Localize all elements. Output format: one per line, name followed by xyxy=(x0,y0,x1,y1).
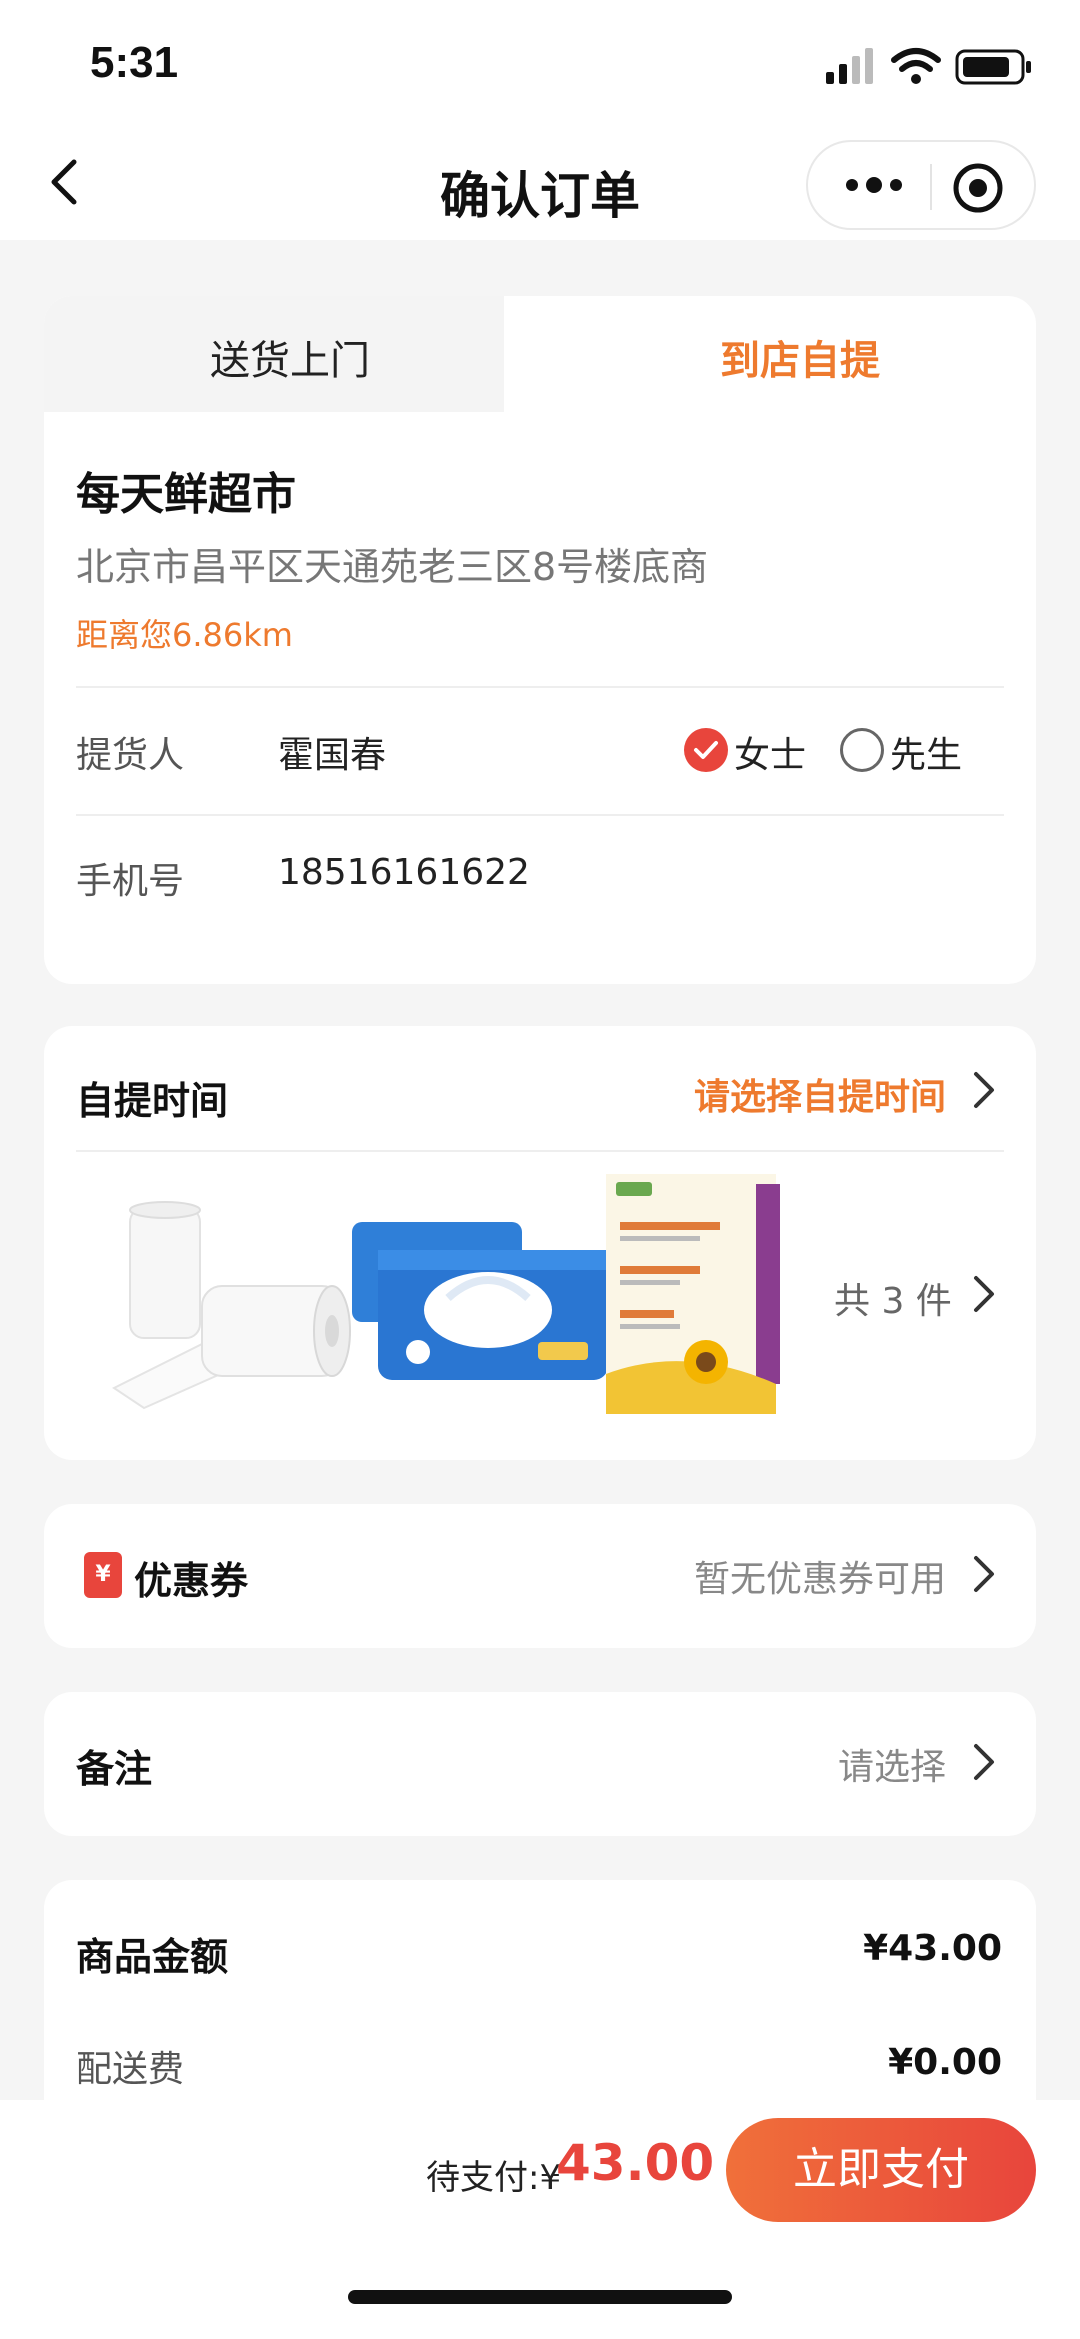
more-icon[interactable] xyxy=(844,170,904,200)
gender-male-label: 先生 xyxy=(890,735,963,776)
coupon-icon-symbol: ¥ xyxy=(95,1562,111,1587)
store-card: 送货上门 到店自提 每天鲜超市 北京市昌平区天通苑老三区8号楼底商 距离您6.8… xyxy=(44,296,1036,984)
tab-pickup[interactable]: 到店自提 xyxy=(44,296,1036,412)
coupon-value: 暂无优惠券可用 xyxy=(693,1559,946,1600)
home-indicator-bar[interactable] xyxy=(348,2290,732,2304)
store-name: 每天鲜超市 xyxy=(76,469,296,520)
goods-amount-label: 商品金额 xyxy=(76,1935,229,1979)
pickup-person-value[interactable]: 霍国春 xyxy=(278,726,386,778)
chevron-right-icon xyxy=(974,1072,994,1108)
product-paper-towel-image xyxy=(112,1201,351,1410)
pay-amount: 43.00 xyxy=(556,2134,715,2192)
pickup-person-label: 提货人 xyxy=(76,735,185,776)
unchecked-radio-icon xyxy=(840,728,884,772)
coupon-title: 优惠券 xyxy=(134,1559,249,1603)
divider xyxy=(76,686,1004,688)
mini-program-capsule xyxy=(806,140,1036,230)
wifi-icon xyxy=(891,48,941,84)
store-distance: 距离您6.86km xyxy=(76,616,293,654)
remark-card[interactable]: 备注 请选择 xyxy=(44,1692,1036,1836)
status-time: 5:31 xyxy=(90,38,179,87)
chevron-right-icon xyxy=(974,1276,994,1312)
delivery-fee-value: ¥0.00 xyxy=(888,2042,1002,2083)
capsule-divider xyxy=(930,164,932,210)
bottom-pay-bar: 待支付:¥ 43.00 立即支付 xyxy=(0,2100,1080,2240)
goods-amount-value: ¥43.00 xyxy=(863,1928,1002,1969)
delivery-tabs: 送货上门 到店自提 xyxy=(44,296,1036,412)
status-bar: 5:31 xyxy=(0,0,1080,130)
home-indicator xyxy=(0,2240,1080,2339)
gender-female-label: 女士 xyxy=(734,735,807,776)
chevron-right-icon xyxy=(974,1744,994,1780)
pickup-time-title: 自提时间 xyxy=(76,1079,229,1123)
close-miniprogram-icon[interactable] xyxy=(952,162,1004,214)
delivery-fee-label: 配送费 xyxy=(76,2049,185,2090)
chevron-right-icon xyxy=(974,1556,994,1592)
tab-pickup-label: 到店自提 xyxy=(720,338,880,384)
pickup-time-action: 请选择自提时间 xyxy=(693,1077,946,1118)
product-sunflower-oil-image xyxy=(606,1174,780,1414)
signal-icon xyxy=(826,48,873,84)
pickup-time-card: 自提时间 请选择自提时间 共 3 件 xyxy=(44,1026,1036,1460)
coupon-card[interactable]: ¥ 优惠券 暂无优惠券可用 xyxy=(44,1504,1036,1648)
remark-value: 请选择 xyxy=(837,1747,946,1788)
product-wet-wipes-image xyxy=(352,1222,608,1380)
status-icons xyxy=(826,48,1031,85)
product-count: 共 3 件 xyxy=(834,1281,952,1322)
pay-now-button[interactable]: 立即支付 xyxy=(726,2118,1036,2222)
divider xyxy=(76,1150,1004,1152)
coupon-icon: ¥ xyxy=(84,1552,122,1598)
battery-icon xyxy=(955,49,1031,85)
nav-bar: 确认订单 xyxy=(0,130,1080,240)
checked-radio-icon xyxy=(684,728,728,772)
divider xyxy=(76,814,1004,816)
phone-label: 手机号 xyxy=(76,861,185,902)
remark-title: 备注 xyxy=(76,1747,153,1791)
phone-value[interactable]: 18516161622 xyxy=(278,852,530,893)
store-address: 北京市昌平区天通苑老三区8号楼底商 xyxy=(76,545,709,589)
pay-label: 待支付:¥ xyxy=(426,2158,562,2198)
